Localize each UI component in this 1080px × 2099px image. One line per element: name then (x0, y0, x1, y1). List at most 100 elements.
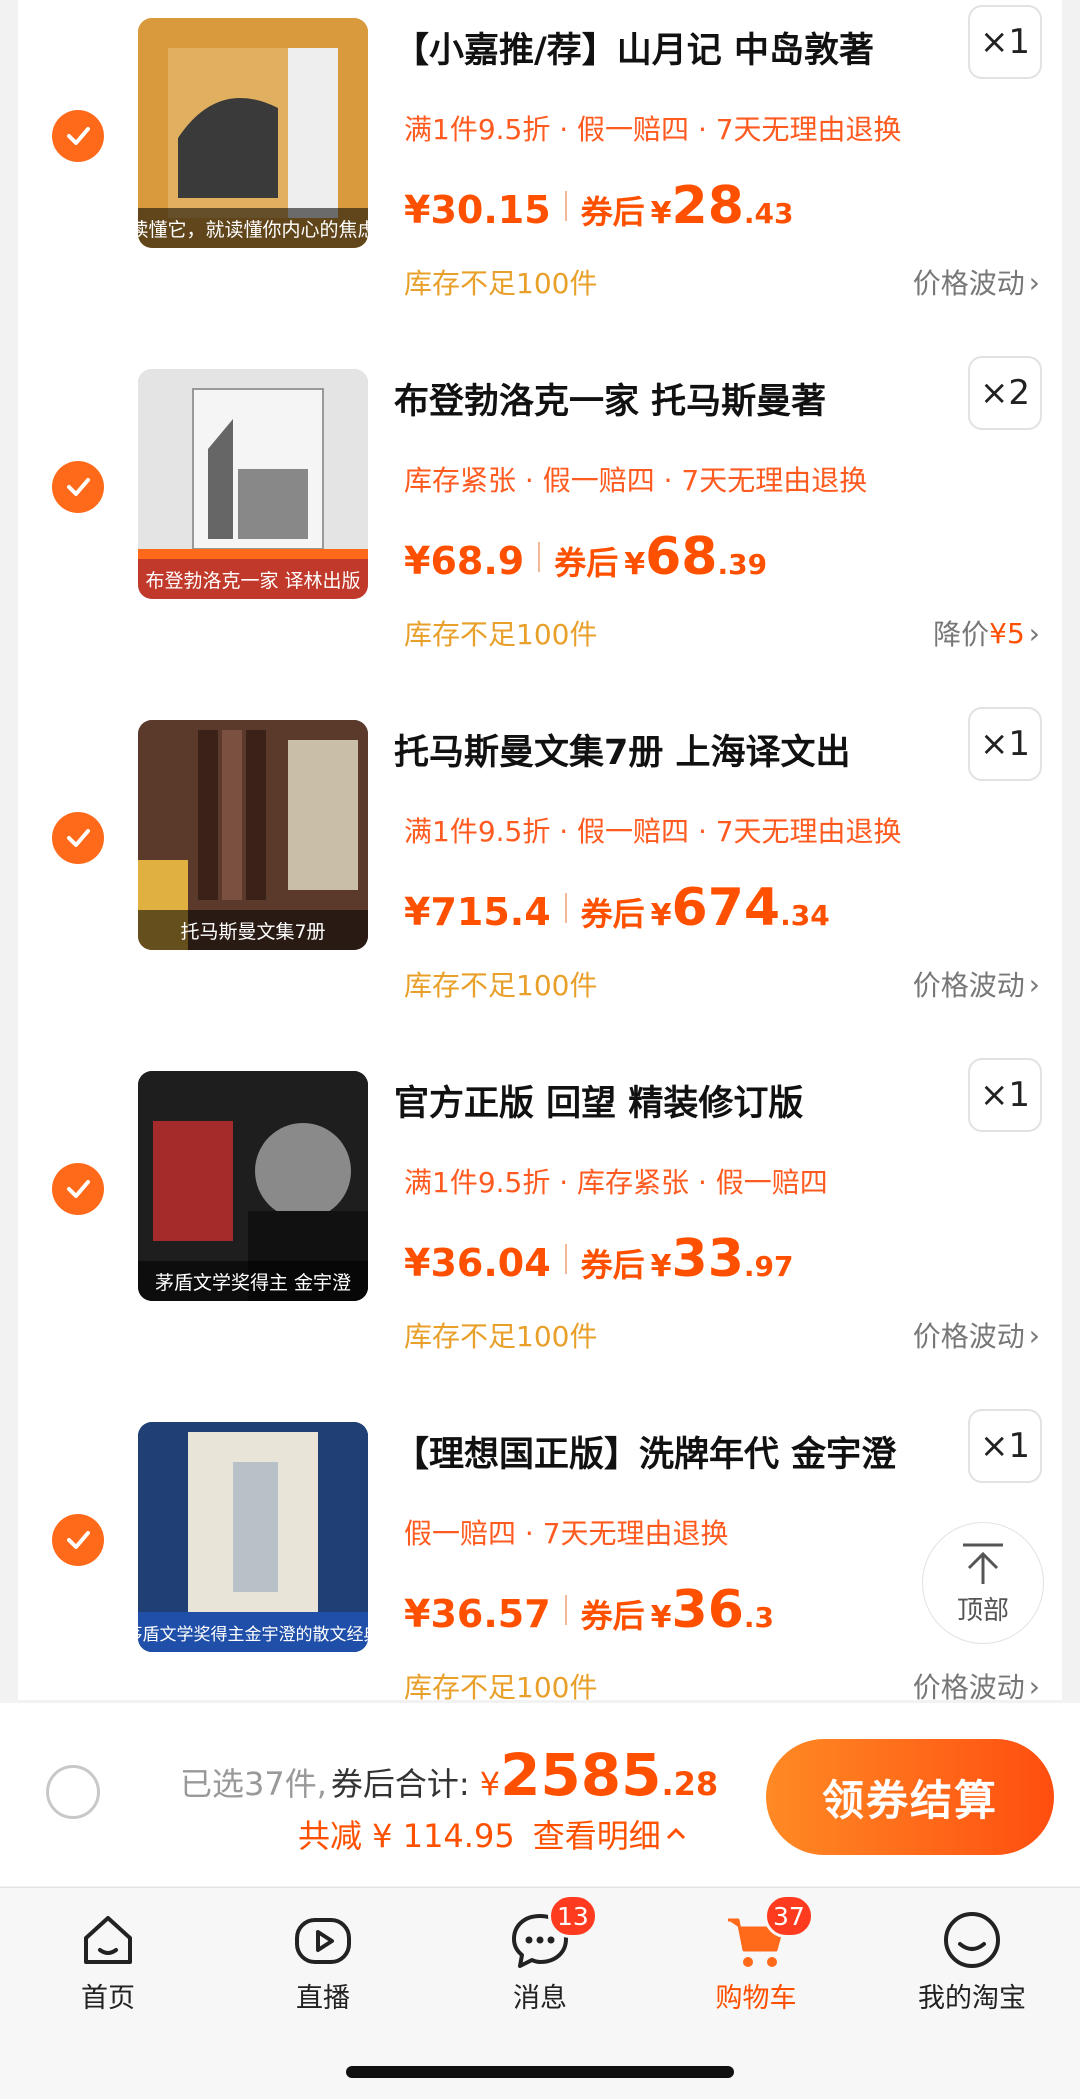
extra-text: 价格波动 (912, 267, 1025, 300)
total-line: 已选37件, 券后合计: ¥ 2585 .28 (180, 1741, 718, 1809)
price-fluctuation-link[interactable]: 价格波动 › (913, 964, 1040, 1004)
after-coupon-price-int: 68 (645, 527, 718, 587)
after-coupon-price-int: 33 (671, 1229, 744, 1289)
price-divider (538, 542, 541, 572)
cart-item[interactable]: 托马斯曼文集7册 托马斯曼文集7册 上海译文出 ×1 满1件9.5折 · 假一赔… (18, 702, 1062, 1053)
product-thumbnail[interactable]: 茅盾文学奖得主金宇澄的散文经典 (138, 1422, 368, 1652)
checkout-button[interactable]: 领券结算 (766, 1739, 1054, 1855)
price-fluctuation-link[interactable]: 价格波动 › (913, 262, 1040, 302)
cart-list: 读懂它，就读懂你内心的焦虑 【小嘉推/荐】山月记 中岛敦著 ×1 满1件9.5折… (18, 0, 1062, 1704)
product-thumbnail[interactable]: 布登勃洛克一家 译林出版 (138, 369, 368, 599)
chevron-right-icon: › (1028, 265, 1040, 299)
price-divider (564, 1244, 567, 1274)
after-coupon-label: 券后 (580, 1246, 645, 1284)
chevron-right-icon: › (1028, 967, 1040, 1001)
price-row: ¥68.9 券后 ¥ 68 .39 (404, 527, 767, 587)
savings-amount: 共减 ¥ 114.95 (298, 1817, 515, 1855)
cart-item[interactable]: 布登勃洛克一家 译林出版 布登勃洛克一家 托马斯曼著 ×2 库存紧张 · 假一赔… (18, 351, 1062, 702)
item-check-icon[interactable] (52, 1163, 104, 1215)
savings-line: 共减 ¥ 114.95 查看明细 (298, 1811, 691, 1857)
back-to-top-button[interactable]: 顶部 (922, 1522, 1044, 1644)
price-fluctuation-link[interactable]: 价格波动 › (913, 1666, 1040, 1706)
after-coupon-label: 券后 (554, 544, 619, 582)
thumbnail-caption: 托马斯曼文集7册 (138, 910, 368, 950)
quantity-button[interactable]: ×1 (968, 5, 1042, 79)
live-icon (291, 1908, 355, 1972)
after-coupon-price-dec: .34 (780, 899, 830, 932)
product-thumbnail[interactable]: 读懂它，就读懂你内心的焦虑 (138, 18, 368, 248)
tab-messages[interactable]: 13 消息 (460, 1894, 620, 2015)
product-tags: 假一赔四 · 7天无理由退换 (404, 1517, 729, 1550)
price-row: ¥36.57 券后 ¥ 36 .3 (404, 1580, 774, 1640)
price-divider (564, 893, 567, 923)
price-row: ¥30.15 券后 ¥ 28 .43 (404, 176, 794, 236)
after-coupon-price-int: 28 (671, 176, 744, 236)
select-all-checkbox[interactable] (46, 1765, 100, 1819)
original-price: ¥715.4 (404, 890, 551, 934)
product-tags: 满1件9.5折 · 假一赔四 · 7天无理由退换 (404, 113, 902, 146)
chevron-right-icon: › (1028, 1669, 1040, 1703)
product-tags: 库存紧张 · 假一赔四 · 7天无理由退换 (404, 464, 868, 497)
currency-symbol: ¥ (624, 547, 646, 582)
product-title[interactable]: 托马斯曼文集7册 上海译文出 (394, 724, 954, 775)
extra-text: 降价 (933, 618, 990, 651)
tab-label: 消息 (513, 1983, 567, 2014)
tab-home[interactable]: 首页 (28, 1908, 188, 2015)
price-row: ¥36.04 券后 ¥ 33 .97 (404, 1229, 794, 1289)
extra-text: 价格波动 (912, 1320, 1025, 1353)
after-coupon-price-int: 36 (671, 1580, 744, 1640)
item-check-icon[interactable] (52, 461, 104, 513)
quantity-button[interactable]: ×2 (968, 356, 1042, 430)
view-detail-label: 查看明细 (532, 1817, 661, 1855)
total-dec: .28 (661, 1765, 719, 1803)
home-indicator (346, 2066, 734, 2078)
after-coupon-price-dec: .97 (743, 1250, 794, 1283)
extra-text: 价格波动 (912, 969, 1025, 1002)
cart-item[interactable]: 茅盾文学奖得主 金宇澄 官方正版 回望 精装修订版 ×1 满1件9.5折 · 库… (18, 1053, 1062, 1404)
message-icon: 13 (508, 1894, 598, 1972)
currency-symbol: ¥ (650, 898, 672, 933)
profile-icon (940, 1908, 1004, 1972)
quantity-button[interactable]: ×1 (968, 1409, 1042, 1483)
product-title[interactable]: 官方正版 回望 精装修订版 (394, 1075, 954, 1126)
back-to-top-label: 顶部 (956, 1595, 1009, 1626)
after-coupon-label: 券后 (580, 1597, 645, 1635)
home-icon (76, 1908, 140, 1972)
view-detail-link[interactable]: 查看明细 (533, 1811, 691, 1857)
message-badge: 13 (548, 1894, 598, 1938)
item-check-icon[interactable] (52, 110, 104, 162)
after-coupon-label: 券后 (580, 895, 645, 933)
quantity-button[interactable]: ×1 (968, 707, 1042, 781)
product-thumbnail[interactable]: 茅盾文学奖得主 金宇澄 (138, 1071, 368, 1301)
tab-live[interactable]: 直播 (243, 1908, 403, 2015)
chevron-right-icon: › (1028, 1318, 1040, 1352)
product-thumbnail[interactable]: 托马斯曼文集7册 (138, 720, 368, 950)
tab-my-taobao[interactable]: 我的淘宝 (892, 1908, 1052, 2015)
total-int: 2585 (500, 1741, 662, 1809)
thumbnail-caption: 茅盾文学奖得主 金宇澄 (138, 1261, 368, 1301)
currency-symbol: ¥ (650, 196, 672, 231)
tab-label: 我的淘宝 (918, 1983, 1026, 2014)
stock-note: 库存不足100件 (404, 1320, 598, 1353)
product-title[interactable]: 【理想国正版】洗牌年代 金宇澄 (394, 1426, 954, 1477)
after-coupon-price-dec: .43 (743, 197, 794, 230)
thumbnail-caption: 布登勃洛克一家 译林出版 (138, 559, 368, 599)
stock-note: 库存不足100件 (404, 969, 598, 1002)
cart-icon: 37 (724, 1894, 814, 1972)
product-title[interactable]: 【小嘉推/荐】山月记 中岛敦著 (394, 22, 954, 73)
cart-item[interactable]: 读懂它，就读懂你内心的焦虑 【小嘉推/荐】山月记 中岛敦著 ×1 满1件9.5折… (18, 0, 1062, 351)
product-title[interactable]: 布登勃洛克一家 托马斯曼著 (394, 373, 954, 424)
price-fluctuation-link[interactable]: 价格波动 › (913, 1315, 1040, 1355)
item-check-icon[interactable] (52, 812, 104, 864)
price-divider (564, 191, 567, 221)
price-row: ¥715.4 券后 ¥ 674 .34 (404, 878, 830, 938)
quantity-button[interactable]: ×1 (968, 1058, 1042, 1132)
total-currency: ¥ (479, 1765, 501, 1803)
price-drop-link[interactable]: 降价 ¥5 › (933, 613, 1040, 653)
thumbnail-caption: 读懂它，就读懂你内心的焦虑 (138, 208, 368, 248)
item-check-icon[interactable] (52, 1514, 104, 1566)
total-label: 券后合计: (330, 1765, 470, 1803)
tab-cart[interactable]: 37 购物车 (676, 1894, 836, 2015)
thumbnail-caption: 茅盾文学奖得主金宇澄的散文经典 (138, 1612, 368, 1652)
original-price: ¥68.9 (404, 539, 525, 583)
